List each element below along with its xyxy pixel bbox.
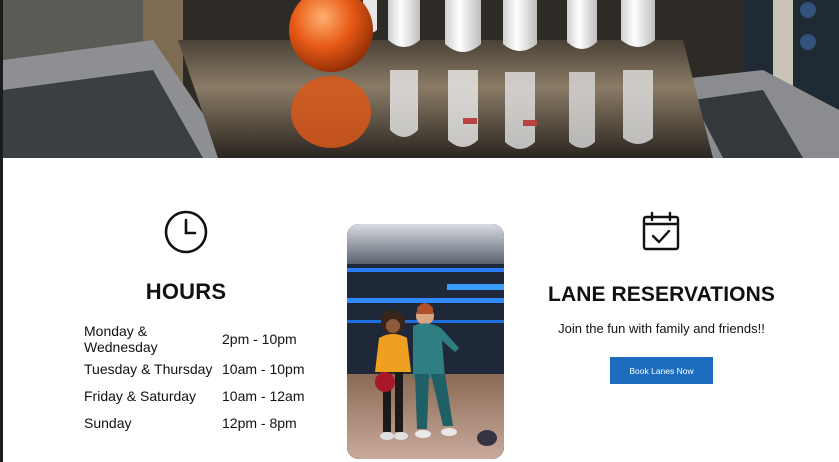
hours-days: Tuesday & Thursday	[84, 360, 213, 377]
hours-row: Friday & Saturday 10am - 12am	[84, 382, 304, 409]
hero-bowling-image	[3, 0, 839, 158]
reservations-subtitle: Join the fun with family and friends!!	[558, 321, 765, 336]
clock-icon	[163, 209, 209, 255]
hours-row: Monday & Wednesday 2pm - 10pm	[84, 323, 304, 355]
hours-time: 2pm - 10pm	[222, 331, 297, 347]
hours-row: Tuesday & Thursday 10am - 10pm	[84, 355, 304, 382]
hours-days: Sunday	[84, 414, 132, 431]
hours-time: 12pm - 8pm	[222, 414, 297, 431]
hours-days: Friday & Saturday	[84, 387, 197, 404]
hours-time: 10am - 10pm	[222, 360, 305, 377]
hours-heading: HOURS	[145, 279, 227, 304]
hours-table: Monday & Wednesday 2pm - 10pm Tuesday & …	[84, 323, 304, 436]
reservations-heading: LANE RESERVATIONS	[548, 283, 775, 306]
hours-row: Sunday 12pm - 8pm	[84, 409, 304, 436]
hours-days: Monday & Wednesday	[84, 323, 158, 355]
book-lanes-button[interactable]: Book Lanes Now	[610, 357, 713, 384]
family-bowling-photo	[347, 224, 504, 459]
hours-time: 10am - 12am	[222, 387, 305, 404]
calendar-check-icon	[640, 210, 682, 252]
